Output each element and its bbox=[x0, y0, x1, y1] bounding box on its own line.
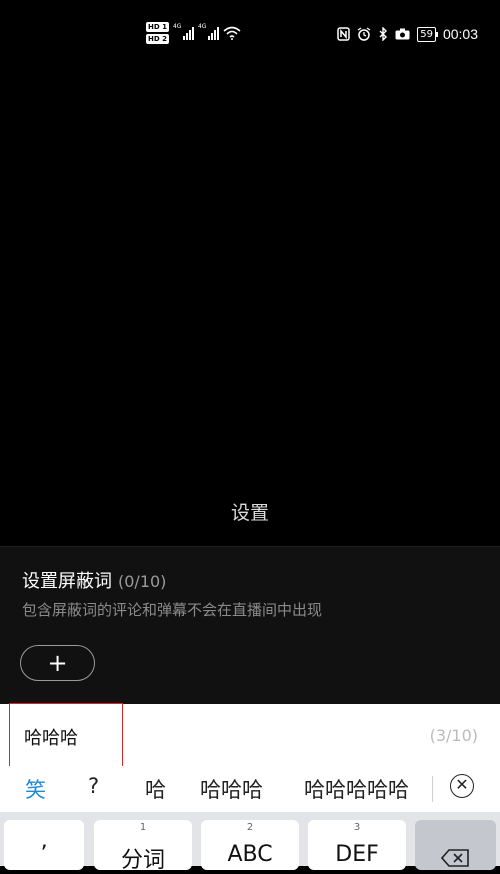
key-3-def[interactable]: 3 DEF bbox=[308, 820, 406, 870]
network-type-2: 4G bbox=[197, 23, 207, 30]
candidate-divider bbox=[432, 776, 433, 802]
key-1-segment[interactable]: 1 分词 bbox=[94, 820, 192, 873]
keyboard: ’ 1 分词 2 ABC 3 DEF bbox=[0, 812, 500, 873]
network-type-1: 4G bbox=[172, 23, 182, 30]
key-apostrophe[interactable]: ’ bbox=[4, 820, 84, 870]
signal-icon-2: 4G bbox=[197, 23, 219, 40]
hd-indicators: HD 1 HD 2 bbox=[146, 22, 169, 44]
signal-icon-1: 4G bbox=[172, 23, 194, 40]
blocked-words-count: (0/10) bbox=[118, 572, 167, 591]
blocked-words-title-row: 设置屏蔽词 (0/10) bbox=[22, 567, 166, 593]
key-3-label: DEF bbox=[335, 842, 379, 867]
ime-candidate-bar: 笑 ? 哈 哈哈哈 哈哈哈哈哈 ✕ bbox=[0, 766, 500, 812]
candidate-2[interactable]: 哈 bbox=[145, 774, 166, 804]
candidate-1[interactable]: ? bbox=[88, 774, 99, 798]
status-bar: HD 1 HD 2 4G 4G 59 00:03 bbox=[0, 0, 500, 72]
blocked-words-title: 设置屏蔽词 bbox=[22, 571, 112, 592]
blocked-words-description: 包含屏蔽词的评论和弹幕不会在直播间中出现 bbox=[22, 601, 323, 619]
add-blocked-word-button[interactable]: + bbox=[20, 645, 95, 681]
alarm-icon bbox=[357, 27, 371, 41]
settings-header: 设置 bbox=[230, 502, 269, 524]
key-1-number: 1 bbox=[139, 822, 147, 833]
key-2-label: ABC bbox=[227, 842, 273, 867]
key-apostrophe-label: ’ bbox=[40, 842, 48, 867]
battery-indicator: 59 bbox=[417, 26, 438, 42]
status-right-group: 59 00:03 bbox=[337, 26, 478, 42]
key-1-label: 分词 bbox=[120, 848, 165, 873]
camera-icon bbox=[395, 28, 410, 40]
highlight-box bbox=[9, 703, 123, 768]
candidate-3[interactable]: 哈哈哈 bbox=[200, 774, 263, 804]
candidate-0[interactable]: 笑 bbox=[25, 774, 46, 804]
blocked-words-panel: 设置屏蔽词 (0/10) 包含屏蔽词的评论和弹幕不会在直播间中出现 + bbox=[0, 546, 500, 707]
backspace-key[interactable] bbox=[415, 820, 496, 870]
status-left-group: HD 1 HD 2 4G 4G bbox=[146, 22, 241, 44]
wifi-icon bbox=[223, 26, 241, 40]
key-3-number: 3 bbox=[353, 822, 361, 833]
key-2-abc[interactable]: 2 ABC bbox=[201, 820, 299, 870]
input-char-counter: (3/10) bbox=[429, 726, 478, 745]
key-2-number: 2 bbox=[246, 822, 254, 833]
clock: 00:03 bbox=[442, 26, 478, 42]
candidate-4[interactable]: 哈哈哈哈哈 bbox=[304, 774, 409, 804]
close-candidates-icon[interactable]: ✕ bbox=[450, 774, 474, 798]
hd2-badge: HD 2 bbox=[146, 34, 169, 44]
nfc-icon bbox=[337, 27, 350, 41]
hd1-badge: HD 1 bbox=[146, 22, 169, 32]
bluetooth-icon bbox=[379, 27, 388, 41]
backspace-icon bbox=[441, 849, 469, 867]
